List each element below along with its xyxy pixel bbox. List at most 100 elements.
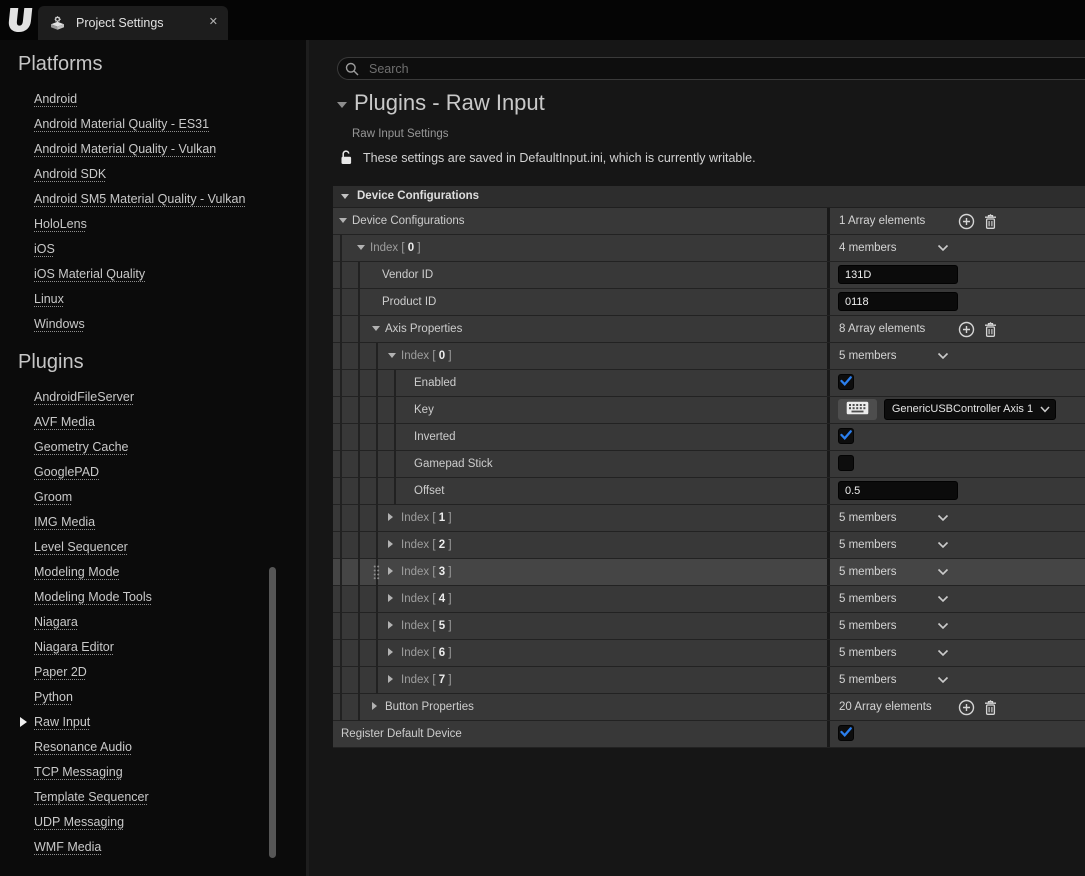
- sidebar-item-androidfileserver[interactable]: AndroidFileServer: [0, 384, 306, 409]
- sidebar-item-modeling-mode-tools[interactable]: Modeling Mode Tools: [0, 584, 306, 609]
- expander-expand-icon[interactable]: [388, 594, 393, 602]
- sidebar-item-img-media[interactable]: IMG Media: [0, 509, 306, 534]
- key-select-dropdown[interactable]: GenericUSBController Axis 1: [884, 399, 1056, 420]
- product-id-input[interactable]: [838, 292, 958, 311]
- settings-row-index-4[interactable]: Index [ 4 ]5 members: [333, 586, 1085, 613]
- expander-expand-icon[interactable]: [372, 702, 377, 710]
- expander-expand-icon[interactable]: [388, 567, 393, 575]
- drag-handle-icon[interactable]: [373, 565, 380, 580]
- sidebar-item-niagara[interactable]: Niagara: [0, 609, 306, 634]
- settings-row-index-5[interactable]: Index [ 5 ]5 members: [333, 613, 1085, 640]
- sidebar-item-label: IMG Media: [34, 515, 95, 529]
- sidebar-item-googlepad[interactable]: GooglePAD: [0, 459, 306, 484]
- settings-row-index-3[interactable]: Index [ 3 ]5 members: [333, 559, 1085, 586]
- settings-row-register-default-device[interactable]: Register Default Device: [333, 721, 1085, 748]
- keyboard-capture-button[interactable]: [838, 399, 877, 420]
- sidebar-item-udp-messaging[interactable]: UDP Messaging: [0, 809, 306, 834]
- expander-expand-icon[interactable]: [388, 540, 393, 548]
- row-name-cell: Vendor ID: [333, 262, 827, 288]
- index-label-suffix: ]: [445, 593, 451, 605]
- settings-row-offset[interactable]: Offset: [333, 478, 1085, 505]
- sidebar-item-windows[interactable]: Windows: [0, 311, 306, 336]
- settings-row-enabled[interactable]: Enabled: [333, 370, 1085, 397]
- gamepad-stick-checkbox[interactable]: [838, 455, 854, 471]
- expander-expand-icon[interactable]: [388, 513, 393, 521]
- sidebar-item-paper-2d[interactable]: Paper 2D: [0, 659, 306, 684]
- sidebar-item-groom[interactable]: Groom: [0, 484, 306, 509]
- settings-row-index-0[interactable]: Index [ 0 ]5 members: [333, 343, 1085, 370]
- category-device-configurations[interactable]: Device Configurations: [333, 186, 1085, 208]
- sidebar-item-modeling-mode[interactable]: Modeling Mode: [0, 559, 306, 584]
- members-dropdown-chevron-icon[interactable]: [937, 244, 949, 252]
- sidebar-item-tcp-messaging[interactable]: TCP Messaging: [0, 759, 306, 784]
- add-element-button[interactable]: [958, 213, 975, 230]
- settings-row-index-0[interactable]: Index [ 0 ]4 members: [333, 235, 1085, 262]
- settings-row-index-2[interactable]: Index [ 2 ]5 members: [333, 532, 1085, 559]
- inverted-checkbox[interactable]: [838, 428, 854, 444]
- sidebar-item-level-sequencer[interactable]: Level Sequencer: [0, 534, 306, 559]
- sidebar-item-raw-input[interactable]: Raw Input: [0, 709, 306, 734]
- expander-expand-icon[interactable]: [388, 675, 393, 683]
- sidebar-item-label: Android Material Quality - ES31: [34, 117, 209, 131]
- keyboard-icon: [846, 401, 869, 418]
- expander-collapse-icon[interactable]: [357, 245, 365, 250]
- sidebar-item-android-material-quality-vulkan[interactable]: Android Material Quality - Vulkan: [0, 136, 306, 161]
- page-collapse-icon[interactable]: [337, 102, 347, 108]
- sidebar-item-ios-material-quality[interactable]: iOS Material Quality: [0, 261, 306, 286]
- members-dropdown-chevron-icon[interactable]: [937, 676, 949, 684]
- expander-collapse-icon[interactable]: [339, 218, 347, 223]
- settings-row-vendor-id[interactable]: Vendor ID: [333, 262, 1085, 289]
- index-label-prefix: Index [: [401, 512, 439, 524]
- members-dropdown-chevron-icon[interactable]: [937, 649, 949, 657]
- sidebar-item-ios[interactable]: iOS: [0, 236, 306, 261]
- vendor-id-input[interactable]: [838, 265, 958, 284]
- expander-expand-icon[interactable]: [388, 621, 393, 629]
- members-dropdown-chevron-icon[interactable]: [937, 595, 949, 603]
- expander-expand-icon[interactable]: [388, 648, 393, 656]
- settings-row-product-id[interactable]: Product ID: [333, 289, 1085, 316]
- tab-project-settings[interactable]: Project Settings ✕: [38, 6, 228, 40]
- sidebar-item-niagara-editor[interactable]: Niagara Editor: [0, 634, 306, 659]
- expander-collapse-icon[interactable]: [372, 326, 380, 331]
- category-collapse-icon[interactable]: [341, 194, 349, 199]
- settings-row-index-6[interactable]: Index [ 6 ]5 members: [333, 640, 1085, 667]
- settings-row-button-properties[interactable]: Button Properties20 Array elements: [333, 694, 1085, 721]
- members-dropdown-chevron-icon[interactable]: [937, 352, 949, 360]
- sidebar-item-python[interactable]: Python: [0, 684, 306, 709]
- settings-row-index-1[interactable]: Index [ 1 ]5 members: [333, 505, 1085, 532]
- settings-row-gamepad-stick[interactable]: Gamepad Stick: [333, 451, 1085, 478]
- offset-input[interactable]: [838, 481, 958, 500]
- members-dropdown-chevron-icon[interactable]: [937, 541, 949, 549]
- members-dropdown-chevron-icon[interactable]: [937, 568, 949, 576]
- sidebar-item-android-sm5-material-quality-vulkan[interactable]: Android SM5 Material Quality - Vulkan: [0, 186, 306, 211]
- sidebar-item-android[interactable]: Android: [0, 86, 306, 111]
- delete-elements-button[interactable]: [983, 213, 998, 230]
- members-dropdown-chevron-icon[interactable]: [937, 622, 949, 630]
- delete-elements-button[interactable]: [983, 699, 998, 716]
- settings-row-inverted[interactable]: Inverted: [333, 424, 1085, 451]
- sidebar-item-android-sdk[interactable]: Android SDK: [0, 161, 306, 186]
- add-element-button[interactable]: [958, 699, 975, 716]
- enabled-checkbox[interactable]: [838, 374, 854, 390]
- sidebar-item-linux[interactable]: Linux: [0, 286, 306, 311]
- add-element-button[interactable]: [958, 321, 975, 338]
- expander-collapse-icon[interactable]: [388, 353, 396, 358]
- search-input[interactable]: [367, 61, 1085, 77]
- tab-close-icon[interactable]: ✕: [209, 15, 218, 28]
- settings-row-device-configurations[interactable]: Device Configurations1 Array elements: [333, 208, 1085, 235]
- sidebar-item-geometry-cache[interactable]: Geometry Cache: [0, 434, 306, 459]
- settings-tree: Device Configurations Device Configurati…: [333, 186, 1085, 748]
- settings-row-index-7[interactable]: Index [ 7 ]5 members: [333, 667, 1085, 694]
- register-default-device-checkbox[interactable]: [838, 725, 854, 741]
- sidebar-item-hololens[interactable]: HoloLens: [0, 211, 306, 236]
- sidebar-item-android-material-quality-es31[interactable]: Android Material Quality - ES31: [0, 111, 306, 136]
- settings-row-key[interactable]: KeyGenericUSBController Axis 1: [333, 397, 1085, 424]
- members-dropdown-chevron-icon[interactable]: [937, 514, 949, 522]
- settings-row-axis-properties[interactable]: Axis Properties8 Array elements: [333, 316, 1085, 343]
- sidebar-item-avf-media[interactable]: AVF Media: [0, 409, 306, 434]
- sidebar-scrollbar-thumb[interactable]: [269, 567, 276, 858]
- sidebar-item-template-sequencer[interactable]: Template Sequencer: [0, 784, 306, 809]
- sidebar-item-wmf-media[interactable]: WMF Media: [0, 834, 306, 859]
- sidebar-item-resonance-audio[interactable]: Resonance Audio: [0, 734, 306, 759]
- delete-elements-button[interactable]: [983, 321, 998, 338]
